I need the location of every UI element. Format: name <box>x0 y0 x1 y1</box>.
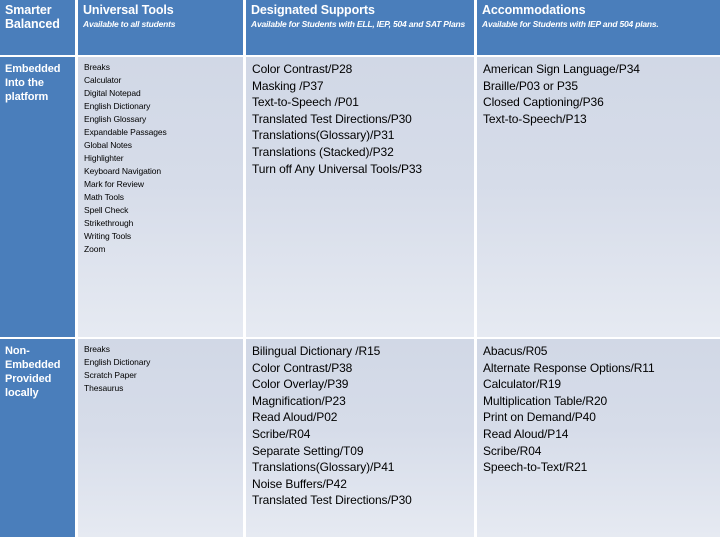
list-embedded-accommodations: American Sign Language/P34 Braille/P03 or… <box>483 61 714 127</box>
cell-embedded-accommodations: American Sign Language/P34 Braille/P03 or… <box>477 57 720 337</box>
row-label-embedded: Embedded Into the platform <box>0 57 78 337</box>
header-title-universal-tools: Universal Tools <box>83 3 174 17</box>
list-item: Spell Check <box>84 205 129 215</box>
list-item: Read Aloud/P14 <box>483 426 569 441</box>
list-item: Color Contrast/P38 <box>252 360 353 375</box>
list-item: English Glossary <box>84 114 147 124</box>
header-subtitle-designated-supports: Available for Students with ELL, IEP, 50… <box>251 19 465 29</box>
cell-embedded-universal-tools: Breaks Calculator Digital Notepad English D… <box>78 57 246 337</box>
list-item: English Dictionary <box>84 357 151 367</box>
list-item: Translated Test Directions/P30 <box>252 111 412 126</box>
list-item: Translations(Glossary)/P31 <box>252 128 395 143</box>
header-cell-designated-supports: Designated Supports Available for Studen… <box>246 0 477 55</box>
cell-non-embedded-designated-supports: Bilingual Dictionary /R15 Color Contrast/… <box>246 339 477 537</box>
list-item: Text-to-Speech/P13 <box>483 111 587 126</box>
list-item: Color Overlay/P39 <box>252 377 349 392</box>
table-row-non-embedded: Non- Embedded Provided locally Breaks Eng… <box>0 339 720 537</box>
row-label-embedded-text: Embedded Into the platform <box>5 63 61 103</box>
list-item: Alternate Response Options/R11 <box>483 360 655 375</box>
list-item: Writing Tools <box>84 231 132 241</box>
header-title-smarter-balanced: Smarter Balanced <box>5 3 60 31</box>
list-item: Highlighter <box>84 153 124 163</box>
header-subtitle-universal-tools: Available to all students <box>83 19 176 29</box>
header-subtitle-accommodations: Available for Students with IEP and 504 … <box>482 19 659 29</box>
list-item: Multiplication Table/R20 <box>483 393 608 408</box>
list-item: Noise Buffers/P42 <box>252 476 347 491</box>
list-item: Zoom <box>84 244 106 254</box>
list-item: Translated Test Directions/P30 <box>252 493 412 508</box>
list-non-embedded-designated-supports: Bilingual Dictionary /R15 Color Contrast/… <box>252 343 468 509</box>
list-item: Closed Captioning/P36 <box>483 95 604 110</box>
row-label-non-embedded: Non- Embedded Provided locally <box>0 339 78 537</box>
list-item: Speech-to-Text/R21 <box>483 460 588 475</box>
list-item: Translations(Glossary)/P41 <box>252 460 395 475</box>
list-item: Scratch Paper <box>84 370 137 380</box>
list-item: Mark for Review <box>84 179 144 189</box>
list-item: Scribe/R04 <box>483 443 542 458</box>
cell-non-embedded-accommodations: Abacus/R05 Alternate Response Options/R11… <box>477 339 720 537</box>
cell-non-embedded-universal-tools: Breaks English Dictionary Scratch Paper The… <box>78 339 246 537</box>
list-item: Keyboard Navigation <box>84 166 162 176</box>
header-cell-universal-tools: Universal Tools Available to all student… <box>78 0 246 55</box>
header-cell-smarter-balanced: Smarter Balanced <box>0 0 78 55</box>
list-item: Magnification/P23 <box>252 393 346 408</box>
list-item: Breaks <box>84 62 110 72</box>
list-item: American Sign Language/P34 <box>483 62 640 76</box>
list-item: Bilingual Dictionary /R15 <box>252 344 381 358</box>
list-embedded-designated-supports: Color Contrast/P28 Masking /P37 Text-to-Sp… <box>252 61 468 177</box>
list-item: Thesaurus <box>84 383 124 393</box>
list-item: Braille/P03 or P35 <box>483 78 578 93</box>
list-item: Separate Setting/T09 <box>252 443 364 458</box>
table-header-row: Smarter Balanced Universal Tools Availab… <box>0 0 720 55</box>
list-item: Color Contrast/P28 <box>252 62 353 76</box>
list-item: Expandable Passages <box>84 127 167 137</box>
list-item: Scribe/R04 <box>252 426 311 441</box>
list-embedded-universal-tools: Breaks Calculator Digital Notepad English D… <box>84 61 237 256</box>
list-item: English Dictionary <box>84 101 151 111</box>
list-item: Translations (Stacked)/P32 <box>252 144 394 159</box>
list-item: Text-to-Speech /P01 <box>252 95 359 110</box>
list-item: Calculator <box>84 75 122 85</box>
list-item: Strikethrough <box>84 218 134 228</box>
list-item: Turn off Any Universal Tools/P33 <box>252 161 423 176</box>
cell-embedded-designated-supports: Color Contrast/P28 Masking /P37 Text-to-Sp… <box>246 57 477 337</box>
list-item: Masking /P37 <box>252 78 324 93</box>
header-title-accommodations: Accommodations <box>482 3 586 17</box>
header-title-designated-supports: Designated Supports <box>251 3 375 17</box>
list-item: Breaks <box>84 344 110 354</box>
list-non-embedded-accommodations: Abacus/R05 Alternate Response Options/R11… <box>483 343 714 476</box>
header-cell-accommodations: Accommodations Available for Students wi… <box>477 0 720 55</box>
list-item: Global Notes <box>84 140 132 150</box>
list-item: Read Aloud/P02 <box>252 410 338 425</box>
list-item: Math Tools <box>84 192 124 202</box>
table-row-embedded: Embedded Into the platform Breaks Calcula… <box>0 57 720 337</box>
list-item: Print on Demand/P40 <box>483 410 596 425</box>
list-item: Digital Notepad <box>84 88 141 98</box>
list-item: Calculator/R19 <box>483 377 561 392</box>
accessibility-resources-matrix: Smarter Balanced Universal Tools Availab… <box>0 0 720 540</box>
list-item: Abacus/R05 <box>483 344 548 358</box>
list-non-embedded-universal-tools: Breaks English Dictionary Scratch Paper The… <box>84 343 237 395</box>
row-label-non-embedded-text: Non- Embedded Provided locally <box>5 345 61 399</box>
